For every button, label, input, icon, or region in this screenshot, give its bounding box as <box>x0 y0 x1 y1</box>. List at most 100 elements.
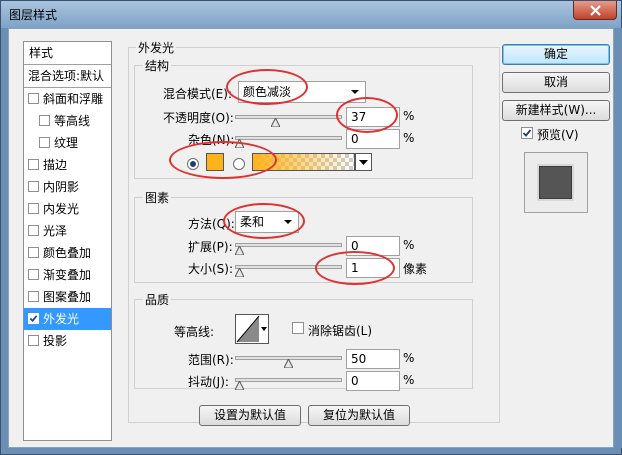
style-item-checkbox[interactable] <box>28 225 39 236</box>
style-item[interactable]: 内发光 <box>24 198 111 220</box>
reset-default-button[interactable]: 复位为默认值 <box>308 405 410 426</box>
range-percent: % <box>403 351 415 365</box>
ok-button[interactable]: 确定 <box>502 44 610 65</box>
style-item[interactable]: 内阴影 <box>24 176 111 198</box>
range-slider-thumb[interactable] <box>284 359 293 368</box>
noise-input[interactable]: 0 <box>346 129 400 149</box>
checkmark-icon <box>29 315 38 322</box>
style-item[interactable]: 外发光 <box>24 308 111 330</box>
opacity-percent: % <box>403 109 415 123</box>
solid-color-radio[interactable] <box>187 158 199 170</box>
spread-slider-thumb[interactable] <box>235 246 244 255</box>
range-label: 范围(R): <box>188 353 234 367</box>
style-item-checkbox[interactable] <box>28 291 39 302</box>
noise-slider[interactable] <box>235 136 342 140</box>
style-item[interactable]: 斜面和浮雕 <box>24 88 111 110</box>
antialias-checkbox[interactable] <box>292 322 304 334</box>
jitter-input[interactable]: 0 <box>346 371 400 391</box>
style-preview <box>524 152 588 213</box>
blend-options-item[interactable]: 混合选项:默认 <box>24 65 111 87</box>
style-list: 样式 混合选项:默认 斜面和浮雕等高线纹理描边内阴影内发光光泽颜色叠加渐变叠加图… <box>23 41 112 441</box>
size-slider-thumb[interactable] <box>235 268 245 277</box>
jitter-percent: % <box>403 373 415 387</box>
style-item[interactable]: 颜色叠加 <box>24 242 111 264</box>
style-item[interactable]: 图案叠加 <box>24 286 111 308</box>
spread-label: 扩展(P): <box>188 240 233 254</box>
preview-label: 预览(V) <box>537 128 579 142</box>
gradient-swatch[interactable] <box>252 153 355 171</box>
make-default-button[interactable]: 设置为默认值 <box>199 405 301 426</box>
style-item-checkbox[interactable] <box>28 335 39 346</box>
style-item-checkbox[interactable] <box>28 181 39 192</box>
close-icon <box>590 5 601 16</box>
style-item-label: 内发光 <box>43 202 80 216</box>
close-button[interactable] <box>573 1 617 20</box>
style-item-label: 斜面和浮雕 <box>43 92 104 106</box>
layer-style-window: 图层样式 样式 混合选项:默认 斜面和浮雕等高线纹理描边内阴影内发光光泽颜色叠加… <box>0 0 622 455</box>
size-input[interactable]: 1 <box>346 258 400 278</box>
new-style-button[interactable]: 新建样式(W)... <box>502 100 610 121</box>
blend-mode-select[interactable]: 颜色减淡 <box>238 81 366 103</box>
gradient-radio[interactable] <box>233 158 245 170</box>
range-input[interactable]: 50 <box>346 349 400 369</box>
title-bar[interactable]: 图层样式 <box>1 1 621 28</box>
method-value: 柔和 <box>240 215 265 229</box>
style-item-label: 纹理 <box>54 136 79 150</box>
style-item-label: 颜色叠加 <box>43 246 92 260</box>
style-item[interactable]: 描边 <box>24 154 111 176</box>
opacity-input[interactable]: 37 <box>346 107 400 127</box>
preview-swatch <box>539 166 572 199</box>
style-list-header[interactable]: 样式 <box>24 42 111 64</box>
noise-slider-thumb[interactable] <box>235 139 244 148</box>
spread-input[interactable]: 0 <box>346 236 400 256</box>
jitter-slider[interactable] <box>235 378 342 382</box>
jitter-slider-thumb[interactable] <box>235 381 244 390</box>
spread-slider[interactable] <box>235 243 342 247</box>
style-item-checkbox[interactable] <box>28 93 39 104</box>
quality-group <box>134 299 473 389</box>
opacity-label: 不透明度(O): <box>163 111 234 125</box>
style-item[interactable]: 光泽 <box>24 220 111 242</box>
style-item-label: 外发光 <box>43 312 80 326</box>
contour-picker[interactable] <box>235 314 269 344</box>
antialias-label: 消除锯齿(L) <box>308 324 373 338</box>
method-label: 方法(Q): <box>188 217 235 231</box>
chevron-down-icon <box>351 90 359 94</box>
contour-label: 等高线: <box>174 325 215 339</box>
style-item[interactable]: 投影 <box>24 330 111 352</box>
noise-label: 杂色(N): <box>188 133 235 147</box>
style-item-checkbox[interactable] <box>28 313 39 324</box>
spread-percent: % <box>403 238 415 252</box>
size-unit: 像素 <box>403 262 428 276</box>
quality-title: 品质 <box>143 291 172 308</box>
blend-mode-value: 颜色减淡 <box>243 85 292 99</box>
style-item-label: 图案叠加 <box>43 290 92 304</box>
cancel-button[interactable]: 取消 <box>502 72 610 93</box>
style-item[interactable]: 渐变叠加 <box>24 264 111 286</box>
structure-title: 结构 <box>143 57 172 74</box>
style-item-checkbox[interactable] <box>28 247 39 258</box>
preview-checkbox[interactable] <box>521 127 533 139</box>
blend-mode-label: 混合模式(E): <box>163 87 232 101</box>
style-item[interactable]: 等高线 <box>24 110 111 132</box>
style-item-checkbox[interactable] <box>28 203 39 214</box>
style-item-checkbox[interactable] <box>28 269 39 280</box>
style-item-label: 等高线 <box>54 114 91 128</box>
size-slider[interactable] <box>235 265 342 269</box>
style-item-checkbox[interactable] <box>39 115 50 126</box>
style-item[interactable]: 纹理 <box>24 132 111 154</box>
style-item-checkbox[interactable] <box>28 159 39 170</box>
style-item-label: 光泽 <box>43 224 68 238</box>
gradient-picker-button[interactable] <box>355 153 372 171</box>
opacity-slider-thumb[interactable] <box>271 118 281 127</box>
window-border <box>614 28 622 448</box>
style-item-label: 内阴影 <box>43 180 80 194</box>
contour-curve-icon <box>236 315 268 343</box>
jitter-label: 抖动(J): <box>188 375 229 389</box>
outer-glow-title: 外发光 <box>136 39 177 56</box>
method-select[interactable]: 柔和 <box>235 211 299 233</box>
checkmark-icon <box>522 129 532 137</box>
glow-color-swatch[interactable] <box>206 153 224 171</box>
style-item-checkbox[interactable] <box>39 137 50 148</box>
opacity-slider[interactable] <box>235 115 342 119</box>
